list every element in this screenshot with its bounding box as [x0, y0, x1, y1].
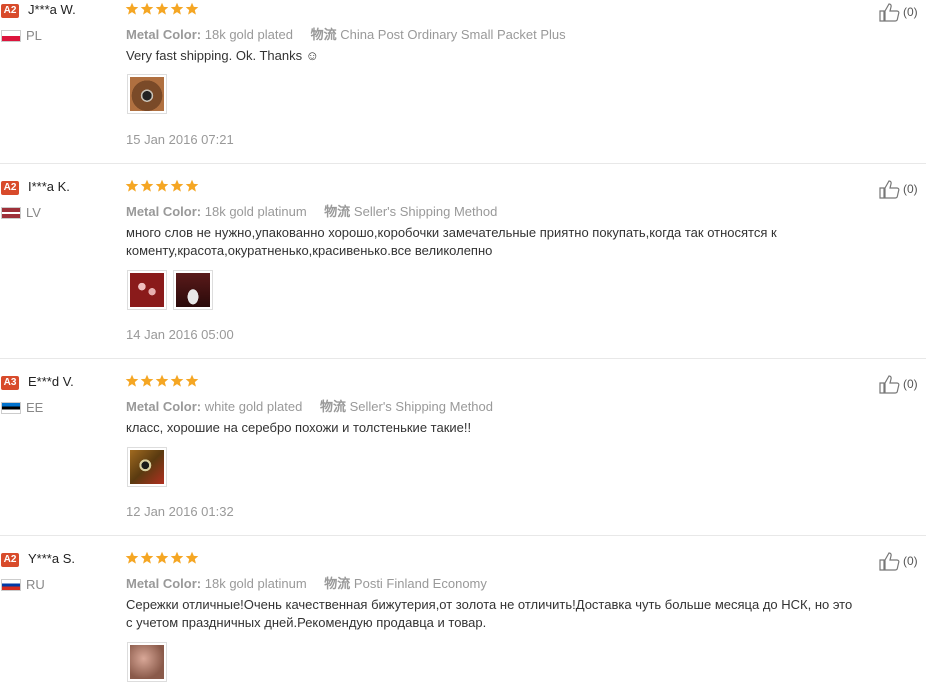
- helpful-count: (0): [903, 377, 918, 391]
- helpful-button[interactable]: (0): [879, 374, 918, 394]
- helpful-button[interactable]: (0): [879, 551, 918, 571]
- buyer-level-badge: A2: [1, 553, 19, 567]
- thumbs-up-icon: [879, 3, 900, 22]
- thumbs-up-icon: [879, 375, 900, 394]
- metal-color-value: white gold plated: [204, 399, 303, 414]
- star-icon: [125, 374, 139, 387]
- rating-stars: [125, 551, 199, 565]
- star-icon: [185, 2, 199, 15]
- star-icon: [185, 179, 199, 192]
- star-icon: [140, 179, 154, 192]
- buyer-level-badge: A2: [1, 4, 19, 18]
- logistics-value: China Post Ordinary Small Packet Plus: [340, 27, 566, 42]
- star-icon: [155, 551, 169, 564]
- star-icon: [125, 2, 139, 15]
- logistics-label: 物流: [324, 576, 351, 591]
- metal-color-value: 18k gold plated: [204, 27, 293, 42]
- logistics-label: 物流: [319, 399, 346, 414]
- star-icon: [125, 551, 139, 564]
- order-attributes: Metal Color: white gold plated 物流 Seller…: [126, 396, 493, 415]
- star-icon: [140, 551, 154, 564]
- thumbs-up-icon: [879, 180, 900, 199]
- logistics-label: 物流: [324, 204, 351, 219]
- review-text: класс, хорошие на серебро похожи и толст…: [126, 420, 472, 435]
- lv-flag-icon: [1, 207, 21, 219]
- buyer-level-badge: A3: [1, 376, 19, 390]
- review-date: 14 Jan 2016 05:00: [126, 327, 234, 342]
- helpful-count: (0): [903, 554, 918, 568]
- metal-color-label: Metal Color:: [126, 399, 202, 414]
- review-date: 12 Jan 2016 01:32: [126, 504, 234, 519]
- helpful-count: (0): [903, 5, 918, 19]
- star-icon: [140, 374, 154, 387]
- buyer-country: LV: [26, 205, 41, 220]
- star-icon: [170, 374, 184, 387]
- star-icon: [170, 179, 184, 192]
- buyer-level-badge: A2: [1, 181, 19, 195]
- review-divider: [0, 163, 926, 164]
- review-photo-thumbnail[interactable]: [127, 447, 167, 487]
- ru-flag-icon: [1, 579, 21, 591]
- rating-stars: [125, 374, 199, 388]
- buyer-country: RU: [26, 577, 45, 592]
- order-attributes: Metal Color: 18k gold platinum 物流 Posti …: [126, 573, 487, 592]
- metal-color-value: 18k gold platinum: [204, 204, 307, 219]
- buyer-country: PL: [26, 28, 42, 43]
- star-icon: [125, 179, 139, 192]
- order-attributes: Metal Color: 18k gold plated 物流 China Po…: [126, 24, 566, 43]
- buyer-name: J***a W.: [28, 2, 76, 17]
- helpful-button[interactable]: (0): [879, 179, 918, 199]
- star-icon: [155, 2, 169, 15]
- metal-color-label: Metal Color:: [126, 27, 202, 42]
- helpful-count: (0): [903, 182, 918, 196]
- metal-color-label: Metal Color:: [126, 204, 202, 219]
- logistics-label: 物流: [310, 27, 337, 42]
- review-text: Very fast shipping. Ok. Thanks ☺: [126, 48, 319, 63]
- buyer-name: I***a K.: [28, 179, 70, 194]
- star-icon: [170, 2, 184, 15]
- metal-color-value: 18k gold platinum: [204, 576, 307, 591]
- review-text: Сережки отличные!Очень качественная бижу…: [126, 597, 853, 630]
- review-photo-thumbnail[interactable]: [173, 270, 213, 310]
- buyer-country: EE: [26, 400, 44, 415]
- star-icon: [170, 551, 184, 564]
- helpful-button[interactable]: (0): [879, 2, 918, 22]
- review-text: много слов не нужно,упакованно хорошо,ко…: [126, 225, 777, 258]
- star-icon: [140, 2, 154, 15]
- review-divider: [0, 358, 926, 359]
- ee-flag-icon: [1, 402, 21, 414]
- star-icon: [155, 374, 169, 387]
- review-divider: [0, 535, 926, 536]
- review-photo-thumbnail[interactable]: [127, 74, 167, 114]
- logistics-value: Seller's Shipping Method: [353, 204, 498, 219]
- thumbs-up-icon: [879, 552, 900, 571]
- logistics-value: Seller's Shipping Method: [349, 399, 493, 414]
- buyer-name: Y***a S.: [28, 551, 75, 566]
- review-date: 15 Jan 2016 07:21: [126, 132, 234, 147]
- pl-flag-icon: [1, 30, 21, 42]
- review-photo-thumbnail[interactable]: [127, 642, 167, 682]
- star-icon: [155, 179, 169, 192]
- metal-color-label: Metal Color:: [126, 576, 202, 591]
- buyer-name: E***d V.: [28, 374, 74, 389]
- order-attributes: Metal Color: 18k gold platinum 物流 Seller…: [126, 201, 497, 220]
- star-icon: [185, 374, 199, 387]
- rating-stars: [125, 179, 199, 193]
- logistics-value: Posti Finland Economy: [353, 576, 487, 591]
- rating-stars: [125, 2, 199, 16]
- review-photo-thumbnail[interactable]: [127, 270, 167, 310]
- star-icon: [185, 551, 199, 564]
